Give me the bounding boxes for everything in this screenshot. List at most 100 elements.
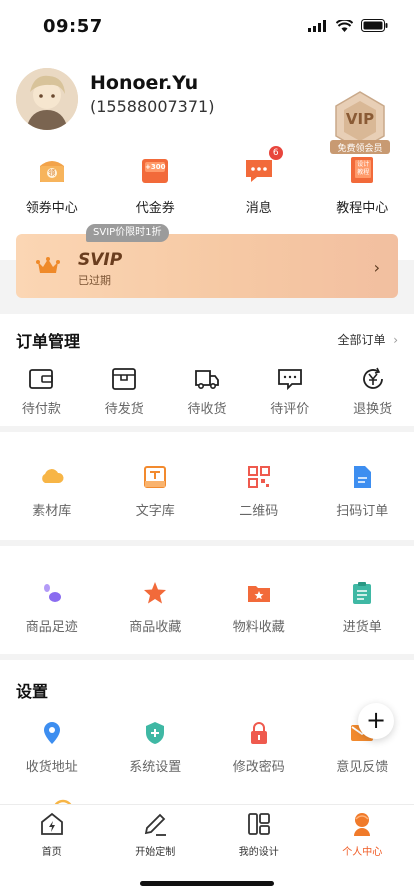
tutorial-icon-text: 设计教程 <box>357 161 370 176</box>
collection-materials[interactable]: 物料收藏 <box>207 580 311 635</box>
setting-change-password[interactable]: 修改密码 <box>207 720 311 775</box>
refund-icon <box>362 367 383 389</box>
wifi-icon <box>336 19 353 32</box>
home-indicator <box>140 881 274 886</box>
tools-grid: 素材库 文字库 二维码 扫码订单 <box>0 464 414 519</box>
lock-icon <box>250 722 267 744</box>
order-pending-receipt[interactable]: 待收货 <box>166 366 249 417</box>
quick-action-label: 消息 <box>245 201 272 216</box>
status-time: 09:57 <box>43 16 103 37</box>
user-icon <box>354 813 371 836</box>
avatar[interactable] <box>16 68 78 130</box>
all-orders-link[interactable]: 全部订单 › <box>338 331 398 348</box>
order-pending-review[interactable]: 待评价 <box>248 366 331 417</box>
order-pending-payment[interactable]: 待付款 <box>0 366 83 417</box>
location-icon <box>43 722 60 744</box>
tab-label: 个人中心 <box>342 847 383 858</box>
tab-start-custom[interactable]: 开始定制 <box>104 811 208 858</box>
coupon-center-icon-text: 领 <box>48 169 56 177</box>
collection-purchase-list[interactable]: 进货单 <box>311 580 414 635</box>
tool-text-library[interactable]: 文字库 <box>104 464 208 519</box>
quick-action-label: 教程中心 <box>336 201 389 216</box>
coupon-center-icon: 领 <box>36 154 68 186</box>
collection-label: 物料收藏 <box>232 620 285 635</box>
collection-label: 商品收藏 <box>129 620 182 635</box>
crown-icon <box>36 257 60 273</box>
tab-home[interactable]: 首页 <box>0 811 104 858</box>
profile-header: Honoer.Yu (15588007371) VIP 免费领会员 领 领券中心 <box>0 50 414 260</box>
collection-footprints[interactable]: 商品足迹 <box>0 580 104 635</box>
quick-action-label: 代金券 <box>135 201 175 216</box>
order-returns[interactable]: 退换货 <box>331 366 414 417</box>
tool-scan-orders[interactable]: 扫码订单 <box>311 464 414 519</box>
settings-section-title: 设置 <box>16 682 49 701</box>
tool-label: 二维码 <box>239 504 279 519</box>
setting-shipping-address[interactable]: 收货地址 <box>0 720 104 775</box>
svip-title: SVIP <box>78 250 123 270</box>
add-button[interactable]: + <box>358 703 394 739</box>
tab-label: 我的设计 <box>238 847 279 858</box>
setting-label: 修改密码 <box>232 760 285 775</box>
tutorial-icon: 设计教程 <box>346 154 378 186</box>
chevron-right-icon: › <box>389 333 398 347</box>
footprint-icon <box>43 584 61 602</box>
collections-grid: 商品足迹 商品收藏 物料收藏 进货单 <box>0 580 414 635</box>
edit-icon <box>145 813 167 836</box>
folder-star-icon <box>247 586 270 602</box>
chevron-right-icon: › <box>373 258 380 277</box>
order-status-label: 退换货 <box>353 402 393 417</box>
setting-label: 系统设置 <box>129 760 182 775</box>
order-status-label: 待收货 <box>187 402 227 417</box>
setting-system[interactable]: 系统设置 <box>104 720 208 775</box>
tool-label: 素材库 <box>32 504 72 519</box>
collection-products[interactable]: 商品收藏 <box>104 580 208 635</box>
box-icon <box>112 368 137 390</box>
tab-label: 开始定制 <box>135 847 176 858</box>
qrcode-icon <box>247 466 270 488</box>
collection-label: 进货单 <box>342 620 382 635</box>
phone-number: (15588007371) <box>90 97 215 116</box>
all-orders-label: 全部订单 <box>337 333 386 347</box>
setting-label: 收货地址 <box>25 760 78 775</box>
tool-label: 扫码订单 <box>336 504 389 519</box>
cloud-icon <box>41 469 64 483</box>
comment-icon <box>277 369 302 391</box>
tab-profile[interactable]: 个人中心 <box>311 811 414 858</box>
star-icon <box>144 582 167 604</box>
quick-action-tutorial[interactable]: 设计教程 教程中心 <box>311 154 414 216</box>
settings-card: 设置 收货地址 系统设置 修改密码 意见反馈 <box>0 660 414 810</box>
tool-qr-code[interactable]: 二维码 <box>207 464 311 519</box>
layout-icon <box>247 813 270 835</box>
text-icon <box>144 466 167 488</box>
status-bar: 09:57 <box>0 0 414 50</box>
tab-label: 首页 <box>41 847 62 858</box>
quick-action-messages[interactable]: 6 消息 <box>207 146 311 216</box>
tab-my-designs[interactable]: 我的设计 <box>207 811 311 858</box>
document-icon <box>354 466 372 488</box>
svip-banner[interactable]: SVIP价限时1折 SVIP 已过期 › <box>16 224 398 298</box>
collection-label: 商品足迹 <box>25 620 78 635</box>
battery-icon <box>361 19 388 32</box>
tool-label: 文字库 <box>135 504 175 519</box>
shield-plus-icon <box>146 722 165 744</box>
order-pending-shipment[interactable]: 待发货 <box>83 366 166 417</box>
tool-material-library[interactable]: 素材库 <box>0 464 104 519</box>
order-section-title: 订单管理 <box>16 332 81 351</box>
wallet-icon <box>29 369 54 389</box>
quick-action-coupon-center[interactable]: 领 领券中心 <box>0 154 104 216</box>
svip-status: 已过期 <box>78 274 111 287</box>
order-status-label: 待评价 <box>270 402 310 417</box>
message-count-badge: 6 <box>268 146 283 160</box>
setting-label: 意见反馈 <box>336 760 389 775</box>
settings-grid: 收货地址 系统设置 修改密码 意见反馈 <box>0 720 414 775</box>
quick-action-label: 领券中心 <box>25 201 78 216</box>
order-management-card: 订单管理 全部订单 › 待付款 待发货 待收货 待评价 退换货 <box>0 314 414 426</box>
collections-card: 商品足迹 商品收藏 物料收藏 进货单 <box>0 546 414 654</box>
order-status-label: 待发货 <box>104 402 144 417</box>
quick-action-voucher[interactable]: +300 代金券 <box>104 154 208 216</box>
order-status-row: 待付款 待发货 待收货 待评价 退换货 <box>0 366 414 417</box>
vip-badge-ribbon: 免费领会员 <box>337 144 383 154</box>
clipboard-icon <box>353 582 372 604</box>
quick-actions: 领 领券中心 +300 代金券 6 消息 设计教程 教程中心 <box>0 146 414 216</box>
order-status-label: 待付款 <box>21 402 61 417</box>
